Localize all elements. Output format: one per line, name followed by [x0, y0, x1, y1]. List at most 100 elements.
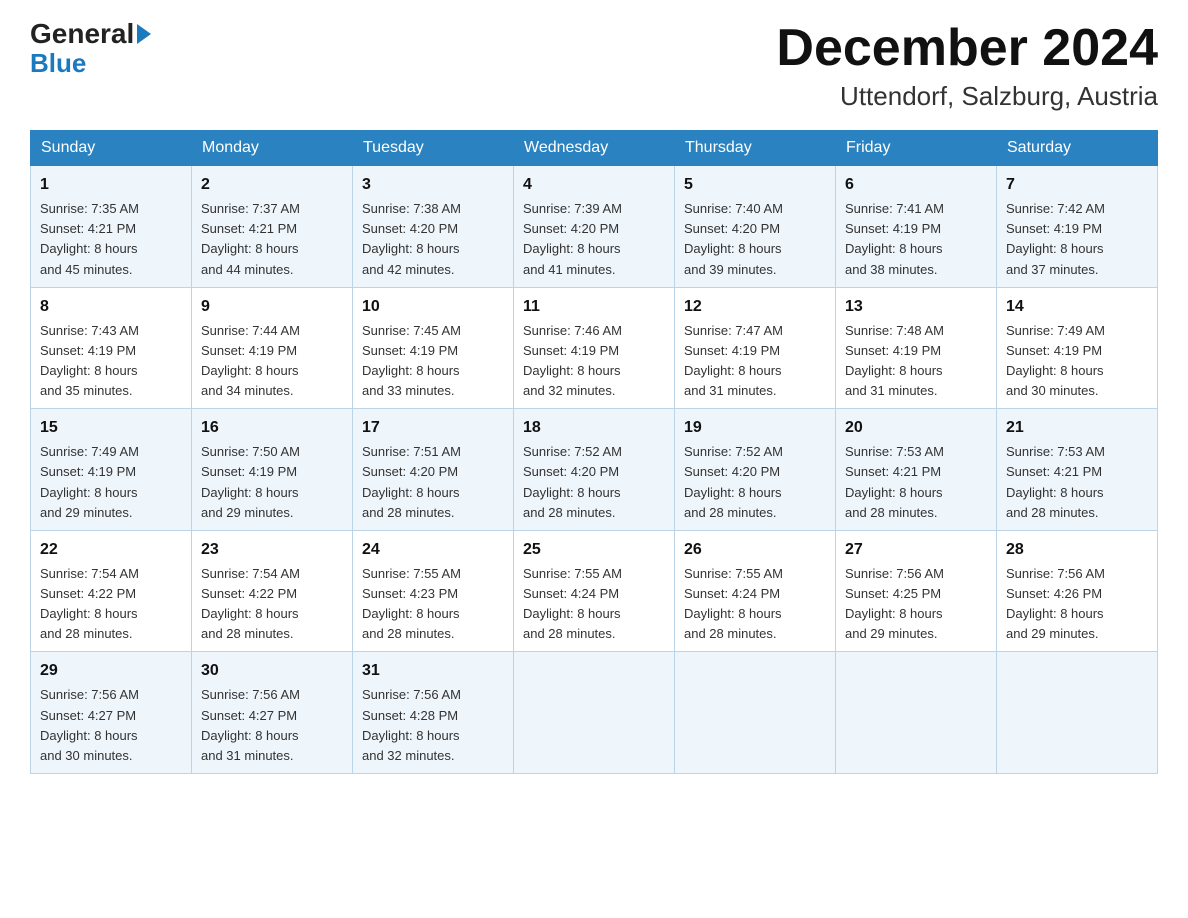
day-info: Sunrise: 7:53 AMSunset: 4:21 PMDaylight:… [1006, 442, 1148, 523]
calendar-day-cell: 15 Sunrise: 7:49 AMSunset: 4:19 PMDaylig… [31, 409, 192, 531]
day-info: Sunrise: 7:40 AMSunset: 4:20 PMDaylight:… [684, 199, 826, 280]
day-info: Sunrise: 7:55 AMSunset: 4:23 PMDaylight:… [362, 564, 504, 645]
calendar-day-cell: 7 Sunrise: 7:42 AMSunset: 4:19 PMDayligh… [997, 166, 1158, 288]
calendar-day-cell: 4 Sunrise: 7:39 AMSunset: 4:20 PMDayligh… [514, 166, 675, 288]
calendar-week-row: 29 Sunrise: 7:56 AMSunset: 4:27 PMDaylig… [31, 652, 1158, 774]
calendar-day-cell: 23 Sunrise: 7:54 AMSunset: 4:22 PMDaylig… [192, 530, 353, 652]
day-number: 5 [684, 173, 826, 197]
calendar-day-cell: 13 Sunrise: 7:48 AMSunset: 4:19 PMDaylig… [836, 287, 997, 409]
day-info: Sunrise: 7:35 AMSunset: 4:21 PMDaylight:… [40, 199, 182, 280]
day-info: Sunrise: 7:56 AMSunset: 4:26 PMDaylight:… [1006, 564, 1148, 645]
days-of-week-row: SundayMondayTuesdayWednesdayThursdayFrid… [31, 131, 1158, 166]
day-info: Sunrise: 7:44 AMSunset: 4:19 PMDaylight:… [201, 321, 343, 402]
day-number: 24 [362, 538, 504, 562]
calendar-day-cell: 27 Sunrise: 7:56 AMSunset: 4:25 PMDaylig… [836, 530, 997, 652]
day-number: 19 [684, 416, 826, 440]
calendar-day-cell: 16 Sunrise: 7:50 AMSunset: 4:19 PMDaylig… [192, 409, 353, 531]
calendar-day-cell: 29 Sunrise: 7:56 AMSunset: 4:27 PMDaylig… [31, 652, 192, 774]
day-number: 3 [362, 173, 504, 197]
calendar-week-row: 8 Sunrise: 7:43 AMSunset: 4:19 PMDayligh… [31, 287, 1158, 409]
calendar-day-cell: 8 Sunrise: 7:43 AMSunset: 4:19 PMDayligh… [31, 287, 192, 409]
calendar-day-cell [836, 652, 997, 774]
day-info: Sunrise: 7:46 AMSunset: 4:19 PMDaylight:… [523, 321, 665, 402]
day-number: 7 [1006, 173, 1148, 197]
calendar-day-cell: 11 Sunrise: 7:46 AMSunset: 4:19 PMDaylig… [514, 287, 675, 409]
calendar-day-cell: 6 Sunrise: 7:41 AMSunset: 4:19 PMDayligh… [836, 166, 997, 288]
day-info: Sunrise: 7:53 AMSunset: 4:21 PMDaylight:… [845, 442, 987, 523]
day-info: Sunrise: 7:56 AMSunset: 4:28 PMDaylight:… [362, 685, 504, 766]
day-info: Sunrise: 7:54 AMSunset: 4:22 PMDaylight:… [40, 564, 182, 645]
day-of-week-header: Friday [836, 131, 997, 166]
day-number: 22 [40, 538, 182, 562]
logo-triangle-icon [137, 24, 151, 44]
calendar-day-cell: 18 Sunrise: 7:52 AMSunset: 4:20 PMDaylig… [514, 409, 675, 531]
day-number: 8 [40, 295, 182, 319]
calendar-day-cell: 30 Sunrise: 7:56 AMSunset: 4:27 PMDaylig… [192, 652, 353, 774]
day-info: Sunrise: 7:49 AMSunset: 4:19 PMDaylight:… [1006, 321, 1148, 402]
day-info: Sunrise: 7:56 AMSunset: 4:25 PMDaylight:… [845, 564, 987, 645]
day-info: Sunrise: 7:51 AMSunset: 4:20 PMDaylight:… [362, 442, 504, 523]
day-number: 4 [523, 173, 665, 197]
day-number: 31 [362, 659, 504, 683]
day-of-week-header: Wednesday [514, 131, 675, 166]
day-number: 9 [201, 295, 343, 319]
day-of-week-header: Sunday [31, 131, 192, 166]
calendar-day-cell: 31 Sunrise: 7:56 AMSunset: 4:28 PMDaylig… [353, 652, 514, 774]
day-info: Sunrise: 7:56 AMSunset: 4:27 PMDaylight:… [201, 685, 343, 766]
logo: General Blue [30, 20, 153, 76]
day-number: 18 [523, 416, 665, 440]
calendar-day-cell: 19 Sunrise: 7:52 AMSunset: 4:20 PMDaylig… [675, 409, 836, 531]
day-info: Sunrise: 7:52 AMSunset: 4:20 PMDaylight:… [523, 442, 665, 523]
day-number: 10 [362, 295, 504, 319]
calendar-day-cell: 20 Sunrise: 7:53 AMSunset: 4:21 PMDaylig… [836, 409, 997, 531]
day-info: Sunrise: 7:54 AMSunset: 4:22 PMDaylight:… [201, 564, 343, 645]
day-number: 16 [201, 416, 343, 440]
calendar-day-cell: 9 Sunrise: 7:44 AMSunset: 4:19 PMDayligh… [192, 287, 353, 409]
day-number: 17 [362, 416, 504, 440]
day-info: Sunrise: 7:56 AMSunset: 4:27 PMDaylight:… [40, 685, 182, 766]
day-info: Sunrise: 7:38 AMSunset: 4:20 PMDaylight:… [362, 199, 504, 280]
calendar-day-cell: 25 Sunrise: 7:55 AMSunset: 4:24 PMDaylig… [514, 530, 675, 652]
calendar-day-cell: 28 Sunrise: 7:56 AMSunset: 4:26 PMDaylig… [997, 530, 1158, 652]
calendar-week-row: 1 Sunrise: 7:35 AMSunset: 4:21 PMDayligh… [31, 166, 1158, 288]
day-number: 14 [1006, 295, 1148, 319]
day-number: 26 [684, 538, 826, 562]
calendar-day-cell [514, 652, 675, 774]
logo-blue-text: Blue [30, 50, 86, 76]
calendar-week-row: 15 Sunrise: 7:49 AMSunset: 4:19 PMDaylig… [31, 409, 1158, 531]
calendar-day-cell: 21 Sunrise: 7:53 AMSunset: 4:21 PMDaylig… [997, 409, 1158, 531]
day-info: Sunrise: 7:52 AMSunset: 4:20 PMDaylight:… [684, 442, 826, 523]
day-number: 15 [40, 416, 182, 440]
day-number: 1 [40, 173, 182, 197]
day-number: 13 [845, 295, 987, 319]
day-info: Sunrise: 7:50 AMSunset: 4:19 PMDaylight:… [201, 442, 343, 523]
day-info: Sunrise: 7:42 AMSunset: 4:19 PMDaylight:… [1006, 199, 1148, 280]
calendar-day-cell: 14 Sunrise: 7:49 AMSunset: 4:19 PMDaylig… [997, 287, 1158, 409]
calendar-week-row: 22 Sunrise: 7:54 AMSunset: 4:22 PMDaylig… [31, 530, 1158, 652]
day-info: Sunrise: 7:45 AMSunset: 4:19 PMDaylight:… [362, 321, 504, 402]
calendar-day-cell [675, 652, 836, 774]
day-of-week-header: Tuesday [353, 131, 514, 166]
calendar-day-cell: 17 Sunrise: 7:51 AMSunset: 4:20 PMDaylig… [353, 409, 514, 531]
title-area: December 2024 Uttendorf, Salzburg, Austr… [776, 20, 1158, 112]
location-subtitle: Uttendorf, Salzburg, Austria [776, 81, 1158, 112]
day-number: 28 [1006, 538, 1148, 562]
calendar-day-cell: 2 Sunrise: 7:37 AMSunset: 4:21 PMDayligh… [192, 166, 353, 288]
calendar-day-cell: 22 Sunrise: 7:54 AMSunset: 4:22 PMDaylig… [31, 530, 192, 652]
page-header: General Blue December 2024 Uttendorf, Sa… [30, 20, 1158, 112]
day-of-week-header: Thursday [675, 131, 836, 166]
day-number: 20 [845, 416, 987, 440]
calendar-day-cell: 1 Sunrise: 7:35 AMSunset: 4:21 PMDayligh… [31, 166, 192, 288]
day-info: Sunrise: 7:49 AMSunset: 4:19 PMDaylight:… [40, 442, 182, 523]
day-info: Sunrise: 7:37 AMSunset: 4:21 PMDaylight:… [201, 199, 343, 280]
calendar-day-cell: 10 Sunrise: 7:45 AMSunset: 4:19 PMDaylig… [353, 287, 514, 409]
logo-general-text: General [30, 20, 153, 48]
calendar-day-cell: 5 Sunrise: 7:40 AMSunset: 4:20 PMDayligh… [675, 166, 836, 288]
day-of-week-header: Saturday [997, 131, 1158, 166]
day-info: Sunrise: 7:55 AMSunset: 4:24 PMDaylight:… [684, 564, 826, 645]
day-info: Sunrise: 7:43 AMSunset: 4:19 PMDaylight:… [40, 321, 182, 402]
calendar-day-cell: 3 Sunrise: 7:38 AMSunset: 4:20 PMDayligh… [353, 166, 514, 288]
day-of-week-header: Monday [192, 131, 353, 166]
day-info: Sunrise: 7:41 AMSunset: 4:19 PMDaylight:… [845, 199, 987, 280]
calendar-day-cell: 24 Sunrise: 7:55 AMSunset: 4:23 PMDaylig… [353, 530, 514, 652]
